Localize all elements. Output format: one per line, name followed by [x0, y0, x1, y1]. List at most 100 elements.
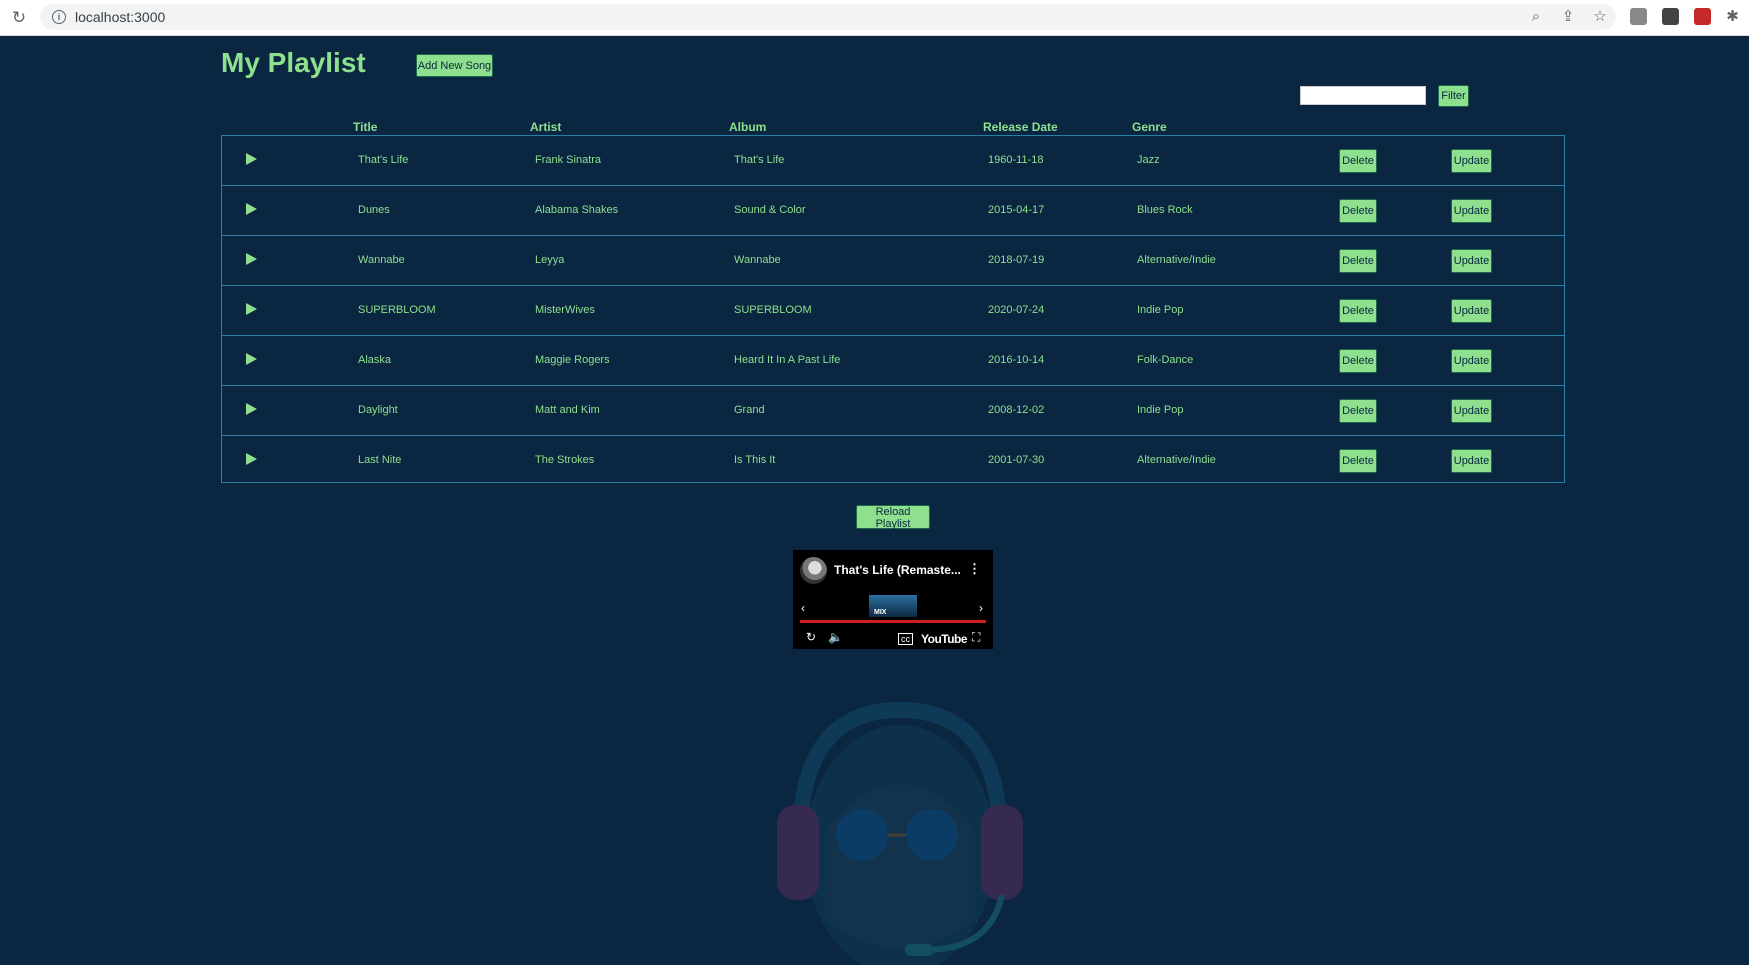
reload-playlist-button[interactable]: Reload Playlist [856, 505, 930, 530]
volume-icon[interactable]: 🔈 [828, 630, 843, 644]
column-header-release-date: Release Date [983, 120, 1058, 134]
song-title: Wannabe [358, 254, 405, 266]
captions-icon[interactable]: cc [898, 633, 913, 645]
song-release-date: 1960-11-18 [988, 154, 1044, 166]
headphones-mascot-illustration [777, 701, 1023, 965]
song-artist: Matt and Kim [535, 404, 600, 416]
song-artist: Alabama Shakes [535, 204, 619, 216]
song-genre: Indie Pop [1137, 304, 1184, 316]
song-release-date: 2020-07-24 [988, 304, 1045, 316]
song-album: Sound & Color [734, 204, 806, 216]
extension-icon-3[interactable] [1694, 8, 1711, 25]
column-header-album: Album [729, 120, 767, 134]
column-header-genre: Genre [1132, 120, 1167, 134]
reload-icon[interactable]: ↻ [8, 7, 30, 29]
play-icon[interactable] [246, 353, 257, 365]
table-row: Wannabe Leyya Wannabe 2018-07-19 Alterna… [222, 236, 1564, 286]
fullscreen-icon[interactable]: ⛶ [972, 630, 980, 645]
delete-button[interactable]: Delete [1339, 449, 1377, 473]
song-title: Daylight [358, 404, 398, 416]
song-album: Is This It [734, 454, 776, 466]
progress-bar[interactable] [800, 620, 986, 623]
playlist-table: That's Life Frank Sinatra That's Life 19… [221, 135, 1565, 483]
browser-toolbar: ↻ i localhost:3000 ⌕ ⇪ ☆ ✱ [0, 0, 1749, 36]
song-genre: Jazz [1137, 154, 1160, 166]
song-title: SUPERBLOOM [358, 304, 436, 316]
update-button[interactable]: Update [1451, 299, 1492, 323]
video-title[interactable]: That's Life (Remaste... [834, 563, 961, 577]
update-button[interactable]: Update [1451, 199, 1492, 223]
filter-button[interactable]: Filter [1438, 85, 1469, 107]
table-row: Daylight Matt and Kim Grand 2008-12-02 I… [222, 386, 1564, 436]
update-button[interactable]: Update [1451, 249, 1492, 273]
play-icon[interactable] [246, 203, 257, 215]
delete-button[interactable]: Delete [1339, 199, 1377, 223]
song-genre: Indie Pop [1137, 404, 1184, 416]
song-title: Alaska [358, 354, 392, 366]
play-icon[interactable] [246, 453, 257, 465]
delete-button[interactable]: Delete [1339, 349, 1377, 373]
play-icon[interactable] [246, 253, 257, 265]
zoom-icon[interactable]: ⌕ [1526, 7, 1546, 27]
puzzle-extensions-icon[interactable]: ✱ [1724, 8, 1741, 25]
table-row: SUPERBLOOM MisterWives SUPERBLOOM 2020-0… [222, 286, 1564, 336]
page-title: My Playlist [221, 47, 366, 78]
delete-button[interactable]: Delete [1339, 149, 1377, 173]
bookmark-star-icon[interactable]: ☆ [1590, 7, 1610, 27]
song-genre: Blues Rock [1137, 204, 1193, 216]
table-row: Alaska Maggie Rogers Heard It In A Past … [222, 336, 1564, 386]
song-artist: Frank Sinatra [535, 154, 602, 166]
song-release-date: 2018-07-19 [988, 254, 1045, 266]
song-album: Grand [734, 404, 765, 416]
play-icon[interactable] [246, 303, 257, 315]
table-row: Last Nite The Strokes Is This It 2001-07… [222, 436, 1564, 486]
table-row: That's Life Frank Sinatra That's Life 19… [222, 136, 1564, 186]
mix-label: MIX [874, 609, 887, 616]
song-release-date: 2001-07-30 [988, 454, 1045, 466]
play-icon[interactable] [246, 153, 257, 165]
column-header-artist: Artist [530, 120, 562, 134]
table-row: Dunes Alabama Shakes Sound & Color 2015-… [222, 186, 1564, 236]
address-bar[interactable]: i localhost:3000 ⌕ ⇪ ☆ [40, 4, 1616, 30]
song-album: SUPERBLOOM [734, 304, 812, 316]
next-icon[interactable]: › [979, 601, 983, 615]
filter-input[interactable] [1300, 86, 1426, 105]
extension-icon-1[interactable] [1630, 8, 1647, 25]
song-title: That's Life [358, 154, 409, 166]
song-release-date: 2016-10-14 [988, 354, 1045, 366]
song-genre: Folk-Dance [1137, 354, 1194, 366]
youtube-player[interactable]: That's Life (Remaste... ⋮ ‹ MIX › ↻ 🔈 cc… [793, 550, 993, 649]
song-album: Heard It In A Past Life [734, 354, 841, 366]
song-album: That's Life [734, 154, 785, 166]
column-header-title: Title [353, 120, 378, 134]
replay-icon[interactable]: ↻ [806, 630, 816, 644]
delete-button[interactable]: Delete [1339, 399, 1377, 423]
update-button[interactable]: Update [1451, 449, 1492, 473]
update-button[interactable]: Update [1451, 349, 1492, 373]
song-genre: Alternative/Indie [1137, 454, 1216, 466]
song-title: Last Nite [358, 454, 402, 466]
song-artist: Leyya [535, 254, 565, 266]
song-artist: MisterWives [535, 304, 595, 316]
song-album: Wannabe [734, 254, 781, 266]
song-genre: Alternative/Indie [1137, 254, 1216, 266]
update-button[interactable]: Update [1451, 149, 1492, 173]
previous-icon[interactable]: ‹ [801, 601, 805, 615]
song-title: Dunes [358, 204, 390, 216]
url-text[interactable]: localhost:3000 [75, 9, 165, 25]
site-info-icon[interactable]: i [52, 10, 66, 24]
song-artist: Maggie Rogers [535, 354, 610, 366]
update-button[interactable]: Update [1451, 399, 1492, 423]
delete-button[interactable]: Delete [1339, 299, 1377, 323]
song-release-date: 2008-12-02 [988, 404, 1045, 416]
channel-avatar[interactable] [800, 557, 827, 584]
add-song-button[interactable]: Add New Song [416, 54, 493, 77]
song-artist: The Strokes [535, 454, 595, 466]
song-release-date: 2015-04-17 [988, 204, 1045, 216]
share-icon[interactable]: ⇪ [1558, 7, 1578, 27]
more-options-icon[interactable]: ⋮ [968, 561, 981, 577]
extension-icon-2[interactable] [1662, 8, 1679, 25]
youtube-logo[interactable]: YouTube [921, 632, 968, 646]
delete-button[interactable]: Delete [1339, 249, 1377, 273]
play-icon[interactable] [246, 403, 257, 415]
